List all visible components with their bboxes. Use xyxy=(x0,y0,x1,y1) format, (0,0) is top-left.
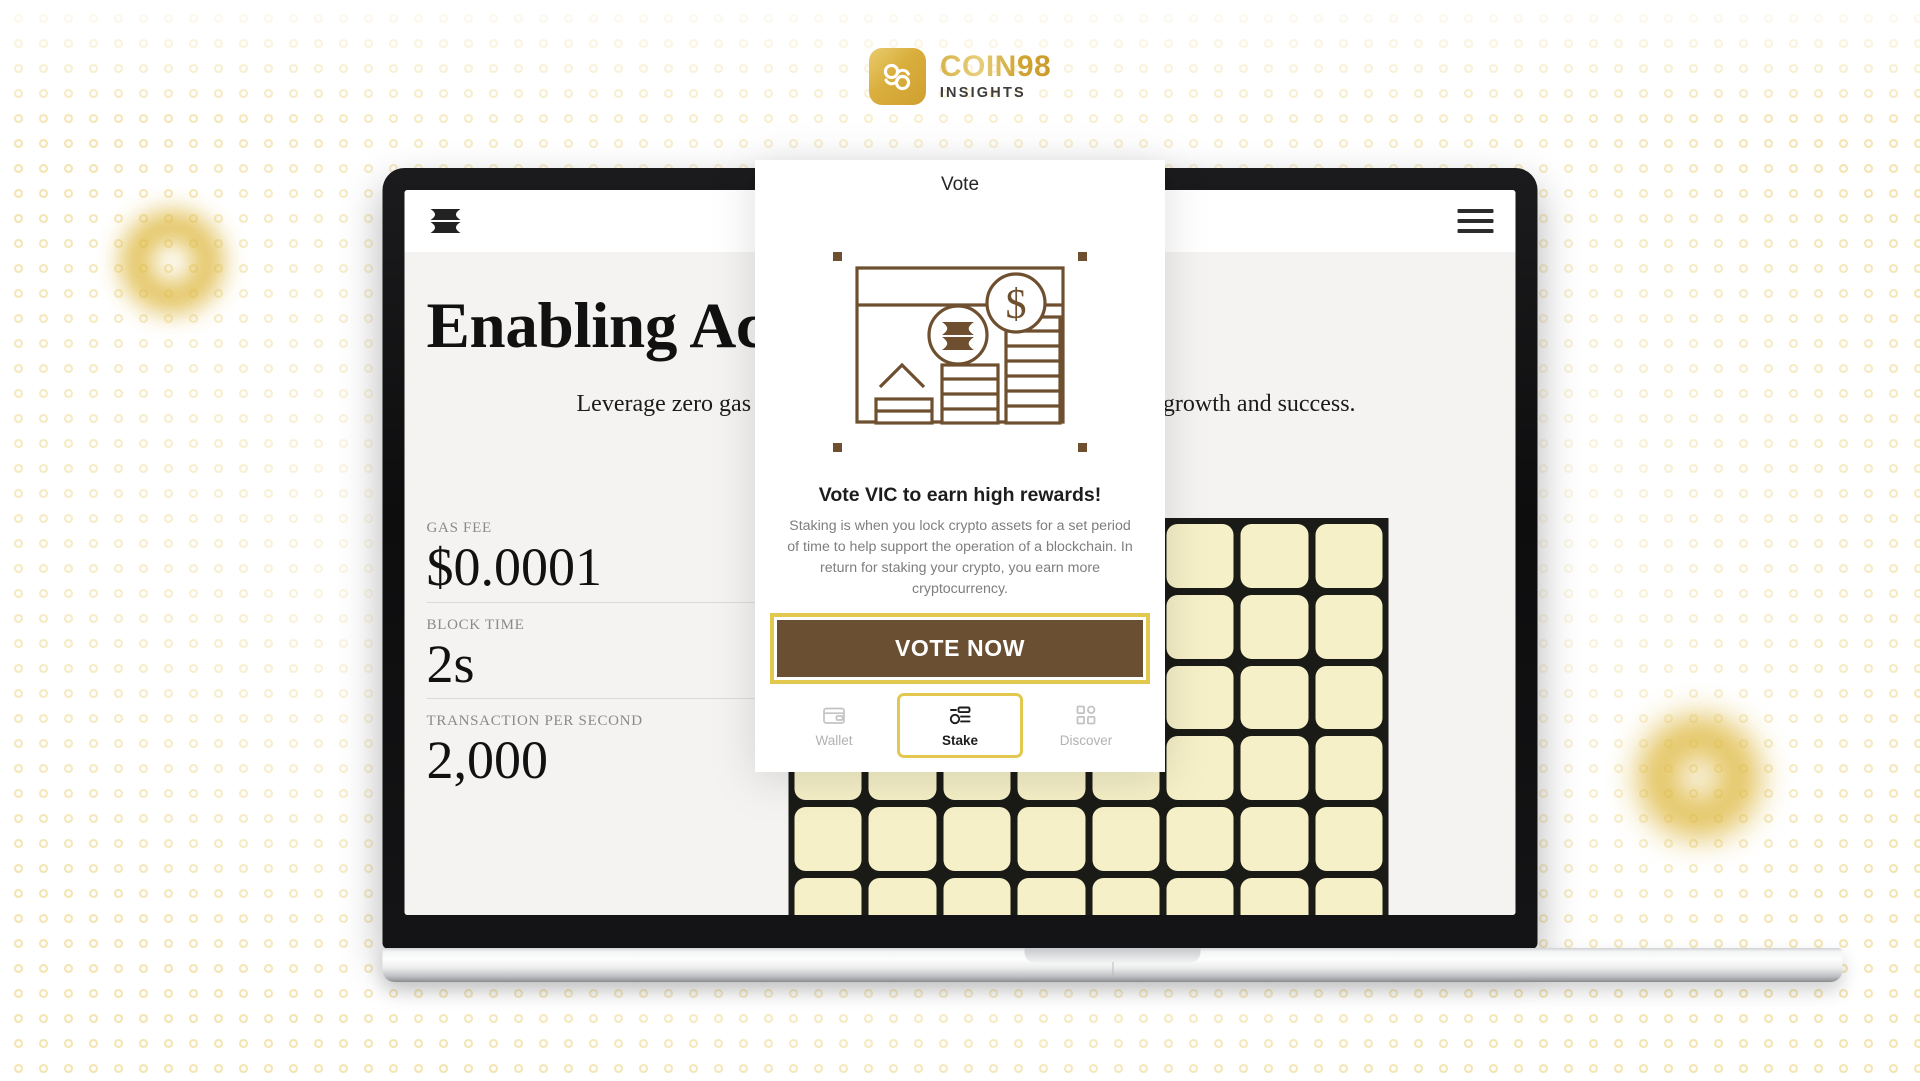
tab-stake[interactable]: Stake xyxy=(897,693,1023,759)
selection-handle-top-right xyxy=(1078,252,1087,261)
tile xyxy=(1092,807,1160,872)
selection-handle-bottom-left xyxy=(833,443,842,452)
stats-list: GAS FEE $0.0001 BLOCK TIME 2s TRANSACTIO… xyxy=(426,520,757,809)
tab-label: Stake xyxy=(941,733,979,749)
screenshot-root: COIN98 INSIGHTS Enabling Achievement Lev… xyxy=(0,0,1920,1081)
tile xyxy=(1240,807,1309,872)
brand-name: COIN98 xyxy=(939,50,1052,84)
stake-icon xyxy=(949,704,971,726)
tile xyxy=(1240,736,1309,801)
tile xyxy=(1240,878,1309,915)
tile xyxy=(1166,665,1234,730)
wallet-icon xyxy=(823,704,845,726)
tile xyxy=(1315,524,1383,588)
coin98-insights-brand-header: COIN98 INSIGHTS xyxy=(0,48,1920,105)
vote-now-button[interactable]: VOTE NOW xyxy=(770,613,1150,685)
tab-label: Discover xyxy=(1059,733,1113,749)
discover-grid-icon xyxy=(1075,704,1097,726)
phone-header: Vote xyxy=(755,160,1165,210)
hamburger-bar xyxy=(1457,209,1494,213)
phone-bottom-navigation: Wallet Stake Discover xyxy=(755,677,1165,773)
laptop-base xyxy=(382,948,1843,982)
laptop-notch xyxy=(1024,948,1201,963)
selection-handle-bottom-right xyxy=(1078,443,1087,452)
tab-label: Wallet xyxy=(815,733,853,749)
stat-value: $0.0001 xyxy=(426,537,603,597)
stat-item: BLOCK TIME 2s xyxy=(426,616,757,700)
tile xyxy=(1315,736,1383,801)
tab-discover[interactable]: Discover xyxy=(1023,693,1149,758)
tile xyxy=(868,878,937,915)
phone-app-overlay: Vote $ Vote VIC to earn high rewards! St… xyxy=(755,160,1165,773)
stake-chart-illustration: $ xyxy=(755,210,1165,480)
brand-subtitle: INSIGHTS xyxy=(939,85,1026,102)
tile xyxy=(1315,665,1383,730)
stat-label: TRANSACTION PER SECOND xyxy=(426,713,643,730)
modal-description: Staking is when you lock crypto assets f… xyxy=(787,518,1133,598)
tile xyxy=(1315,878,1383,915)
phone-screen: Vote $ Vote VIC to earn high rewards! St… xyxy=(755,160,1165,773)
stat-value: 2,000 xyxy=(426,730,549,791)
tile xyxy=(1166,594,1234,659)
tile xyxy=(1315,807,1383,872)
tile xyxy=(1166,807,1234,872)
tile xyxy=(1240,524,1309,588)
tile xyxy=(1166,524,1234,588)
tile xyxy=(794,807,862,872)
hamburger-bar xyxy=(1457,229,1494,233)
stat-item: GAS FEE $0.0001 xyxy=(426,520,757,603)
phone-header-title: Vote xyxy=(940,174,980,195)
laptop-seam xyxy=(1112,962,1114,976)
tile xyxy=(1240,594,1309,659)
phone-copy-block: Vote VIC to earn high rewards! Staking i… xyxy=(755,480,1165,615)
selection-handle-top-left xyxy=(833,252,842,261)
tile xyxy=(868,807,937,872)
tile xyxy=(1240,665,1309,730)
chart-illustration-svg: $ xyxy=(855,266,1065,425)
stat-value: 2s xyxy=(426,633,475,694)
stat-item: TRANSACTION PER SECOND 2,000 xyxy=(427,713,757,795)
coin98-logo-icon xyxy=(868,48,926,105)
tile xyxy=(1166,736,1234,801)
stat-label: GAS FEE xyxy=(426,520,492,536)
tab-wallet[interactable]: Wallet xyxy=(771,693,897,758)
brand-text-block: COIN98 INSIGHTS xyxy=(940,52,1051,101)
dollar-sign-icon: $ xyxy=(1006,282,1027,328)
vote-button-container: VOTE NOW xyxy=(755,613,1165,685)
tile xyxy=(1166,878,1234,915)
tile xyxy=(1315,594,1383,659)
viction-logo-icon[interactable] xyxy=(429,206,465,236)
hamburger-bar xyxy=(1457,219,1494,223)
hamburger-menu-icon[interactable] xyxy=(1457,209,1494,233)
tile xyxy=(1017,878,1085,915)
tile xyxy=(943,878,1011,915)
modal-headline: Vote VIC to earn high rewards! xyxy=(818,484,1102,506)
tile xyxy=(943,807,1011,872)
stat-label: BLOCK TIME xyxy=(426,616,525,633)
tile xyxy=(1092,878,1160,915)
tile xyxy=(794,878,862,915)
tile xyxy=(1017,807,1085,872)
